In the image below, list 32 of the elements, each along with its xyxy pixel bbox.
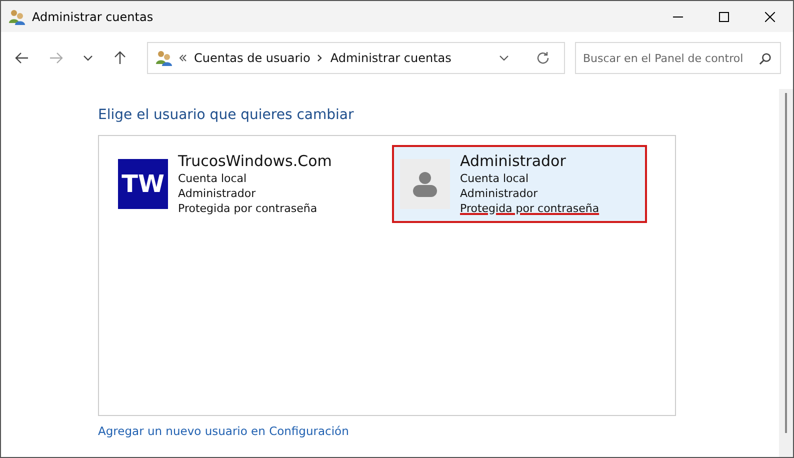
users-icon [156, 50, 172, 66]
search-field[interactable]: Buscar en el Panel de control [575, 42, 781, 74]
user-avatar: TW [118, 159, 168, 209]
page-heading: Elige el usuario que quieres cambiar [98, 107, 355, 123]
breadcrumb[interactable]: Administrar cuentas [330, 51, 452, 65]
double-chevron-icon [179, 54, 187, 62]
window-title: Administrar cuentas [32, 10, 154, 24]
user-tile[interactable]: Administrador Cuenta local Administrador Protegida por contraseña [392, 145, 647, 223]
refresh-icon[interactable] [536, 51, 550, 65]
maximize-icon [719, 12, 729, 22]
user-name: Administrador [460, 152, 567, 170]
up-arrow-icon[interactable] [113, 51, 127, 65]
chevron-down-icon[interactable] [499, 55, 509, 61]
search-icon[interactable] [759, 52, 772, 65]
user-name: TrucosWindows.Com [178, 152, 332, 170]
user-tile[interactable]: TW TrucosWindows.Com Cuenta local Administrador Protegida por contraseña [110, 145, 382, 223]
add-user-link[interactable]: Agregar un nuevo usuario en Configuración [98, 424, 349, 438]
back-arrow-icon[interactable] [15, 51, 29, 65]
chevron-right-icon [317, 54, 324, 62]
scrollbar[interactable] [779, 89, 793, 457]
user-detail: Protegida por contraseña [178, 201, 318, 216]
user-detail: Administrador [460, 186, 539, 201]
address-bar[interactable]: Cuentas de usuario Administrar cuentas [147, 42, 565, 74]
user-detail: Cuenta local [460, 171, 530, 186]
close-icon [765, 12, 775, 22]
users-icon [9, 8, 25, 24]
user-detail: Cuenta local [178, 171, 248, 186]
breadcrumb[interactable]: Cuentas de usuario [194, 51, 310, 65]
user-detail: Protegida por contraseña [460, 201, 600, 216]
user-detail: Administrador [178, 186, 257, 201]
chevron-down-icon[interactable] [83, 55, 93, 61]
person-silhouette-icon [413, 171, 437, 197]
